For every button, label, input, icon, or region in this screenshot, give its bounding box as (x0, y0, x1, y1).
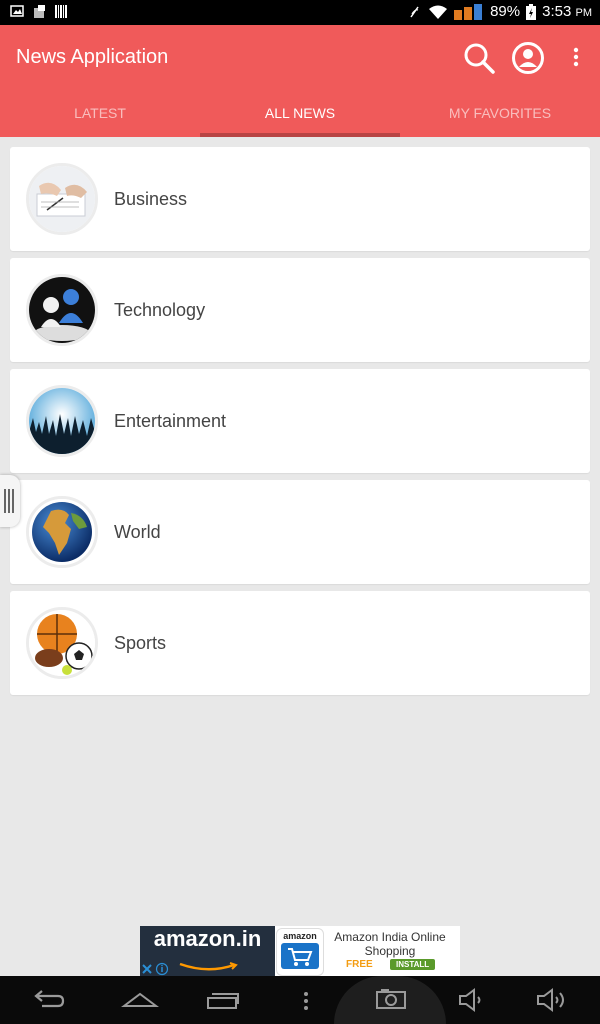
ad-install-button[interactable]: INSTALL (390, 959, 436, 970)
drawer-handle[interactable] (0, 475, 20, 527)
mute-icon (410, 6, 419, 17)
tab-all-news[interactable]: ALL NEWS (200, 91, 400, 137)
ad-app-icon-label: amazon (283, 931, 317, 941)
grip-line (4, 489, 6, 513)
app-bar: News Application LATEST ALL NEWS MY FAVO… (0, 25, 600, 137)
category-item-technology[interactable]: Technology (10, 258, 590, 362)
category-label: Entertainment (114, 411, 227, 431)
globe-thumbnail (26, 496, 98, 568)
clock-time: 3:53 (542, 3, 572, 20)
search-icon[interactable] (462, 41, 496, 75)
volume-down-icon[interactable] (456, 986, 490, 1014)
ad-brand-text: amazon.in (153, 926, 262, 951)
amazon-smile-icon (179, 962, 238, 971)
clock: 3:53 PM (542, 3, 592, 20)
system-nav-bar (0, 976, 600, 1024)
ad-app-icon: amazon (276, 928, 324, 976)
battery-percent: 89% (490, 3, 521, 20)
recent-apps-icon[interactable] (202, 986, 242, 1014)
ad-choices[interactable] (140, 962, 170, 976)
notification-icons (10, 4, 68, 19)
category-label: Business (114, 189, 188, 209)
app-notification-icon (32, 4, 46, 19)
category-label: Sports (114, 633, 167, 653)
wifi-icon (429, 5, 448, 19)
overflow-menu-icon[interactable] (566, 41, 586, 75)
back-icon[interactable] (30, 986, 66, 1014)
volume-up-icon[interactable] (534, 986, 574, 1014)
battery-charging-icon (526, 3, 537, 20)
category-item-business[interactable]: Business (10, 147, 590, 251)
app-title: News Application (16, 46, 169, 68)
category-item-sports[interactable]: Sports (10, 591, 590, 695)
category-item-entertainment[interactable]: Entertainment (10, 369, 590, 473)
category-item-world[interactable]: World (10, 480, 590, 584)
status-bar: 89% 3:53 PM (0, 0, 600, 25)
image-notification-icon (10, 4, 24, 19)
barcode-notification-icon (54, 4, 68, 19)
cart-icon (281, 943, 319, 969)
ad-close-icon[interactable] (140, 962, 170, 976)
ad-banner[interactable]: amazon.in amazon Amazon India Online Sho… (140, 926, 460, 976)
clock-ampm: PM (575, 7, 593, 19)
category-label: World (114, 522, 161, 542)
account-icon[interactable] (511, 41, 545, 75)
menu-icon[interactable] (296, 986, 316, 1014)
category-label: Technology (114, 300, 206, 320)
tab-my-favorites[interactable]: MY FAVORITES (400, 91, 600, 137)
screenshot-icon[interactable] (334, 976, 446, 1024)
sports-balls-thumbnail (26, 607, 98, 679)
business-thumbnail (26, 163, 98, 235)
system-status: 89% 3:53 PM (408, 3, 592, 20)
entertainment-thumbnail (26, 385, 98, 457)
grip-line (8, 489, 10, 513)
ad-price: FREE (346, 959, 373, 970)
tab-bar: LATEST ALL NEWS MY FAVORITES (0, 91, 600, 137)
grip-line (12, 489, 14, 513)
signal-icon (454, 3, 483, 20)
technology-thumbnail (26, 274, 98, 346)
category-list: Business Technology Entertainment World … (10, 147, 590, 702)
ad-app-name: Amazon India Online Shopping (334, 930, 446, 958)
home-icon[interactable] (120, 986, 160, 1014)
tab-latest[interactable]: LATEST (0, 91, 200, 137)
